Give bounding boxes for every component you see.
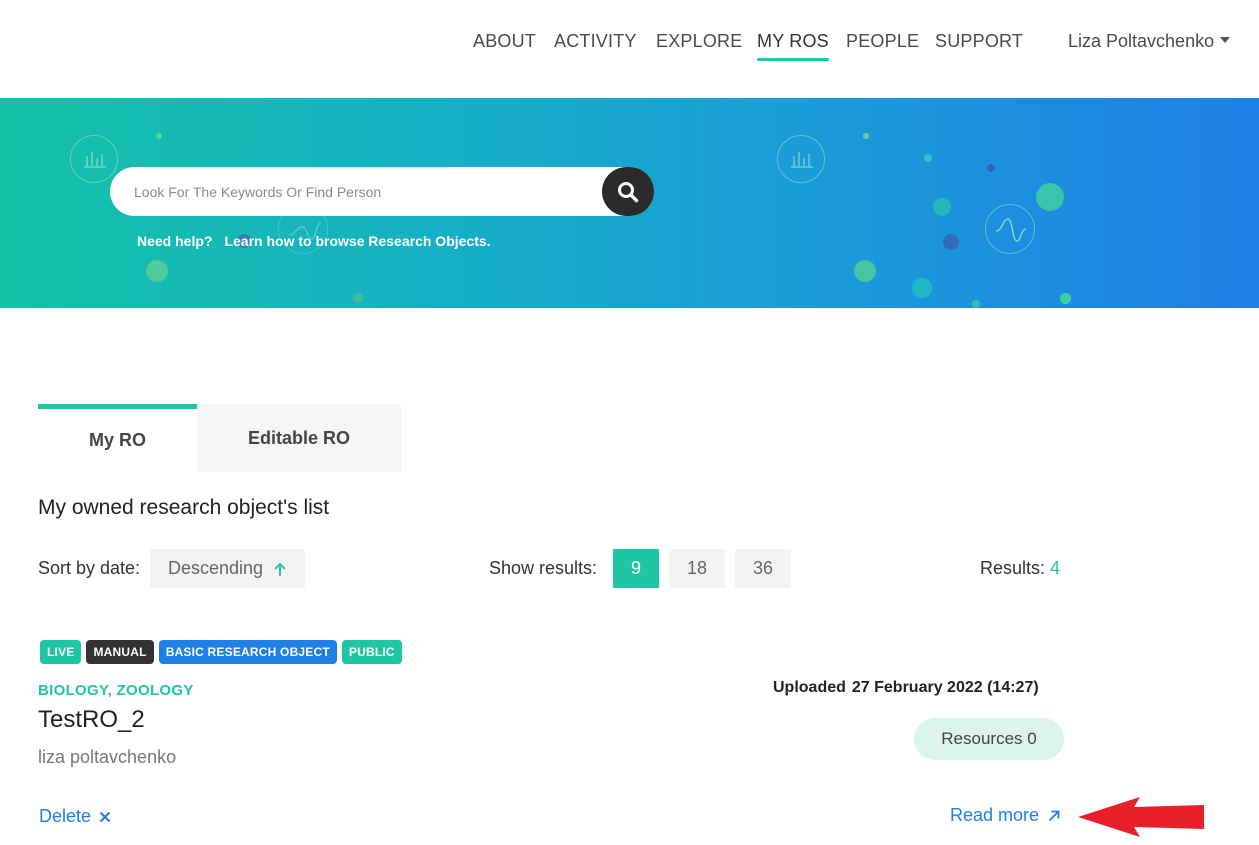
bar-chart-icon <box>70 135 118 183</box>
badge-manual: MANUAL <box>86 640 154 664</box>
search-icon <box>618 181 639 202</box>
decorative-bubble <box>912 278 932 298</box>
nav-my-ros[interactable]: MY ROS <box>757 31 829 61</box>
arrow-up-icon <box>273 561 287 577</box>
badge-live: LIVE <box>40 640 82 664</box>
page-size-18[interactable]: 18 <box>669 549 725 588</box>
decorative-bubble <box>933 198 951 216</box>
help-line: Need help? Learn how to browse Research O… <box>137 233 491 249</box>
decorative-bubble <box>943 234 959 250</box>
badge-basic-research-object: BASIC RESEARCH OBJECT <box>158 640 337 664</box>
bar-chart-icon <box>777 135 825 183</box>
tab-my-ro[interactable]: My RO <box>38 404 197 472</box>
search-bar <box>110 167 654 216</box>
tab-editable-ro[interactable]: Editable RO <box>197 404 401 472</box>
sort-select[interactable]: Descending <box>150 549 305 588</box>
help-prefix: Need help? <box>137 233 213 249</box>
section-title: My owned research object's list <box>38 496 330 519</box>
decorative-bubble <box>987 164 995 172</box>
search-input[interactable] <box>134 167 584 216</box>
decorative-bubble <box>353 293 363 303</box>
nav-support[interactable]: SUPPORT <box>935 31 1023 52</box>
decorative-bubble <box>156 133 162 139</box>
decorative-bubble <box>146 260 168 282</box>
decorative-bubble <box>972 300 980 308</box>
ro-badges: LIVE MANUAL BASIC RESEARCH OBJECT PUBLIC <box>40 640 402 664</box>
page-size-36[interactable]: 36 <box>735 549 791 588</box>
ro-title[interactable]: TestRO_2 <box>38 706 145 734</box>
decorative-bubble <box>1036 183 1064 211</box>
close-icon <box>99 811 111 823</box>
decorative-bubble <box>1060 293 1071 304</box>
decorative-bubble <box>854 260 876 282</box>
uploaded-date: 27 February 2022 (14:27) <box>851 679 1039 696</box>
user-menu[interactable]: Liza Poltavchenko <box>1068 31 1231 52</box>
caret-down-icon <box>1220 37 1231 43</box>
delete-label: Delete <box>39 806 92 826</box>
ro-uploaded: Uploaded 27 February 2022 (14:27) <box>773 679 1039 697</box>
ro-tabs: My RO Editable RO <box>38 404 401 472</box>
sort-label: Sort by date: <box>38 558 141 578</box>
top-navigation: ABOUT ACTIVITY EXPLORE MY ROS PEOPLE SUP… <box>0 0 1259 98</box>
delete-button[interactable]: Delete <box>39 806 111 827</box>
badge-public: PUBLIC <box>341 640 402 664</box>
sort-value: Descending <box>168 558 264 578</box>
nav-people[interactable]: PEOPLE <box>846 31 919 52</box>
show-results-label: Show results: <box>489 558 598 578</box>
waveform-icon <box>985 204 1035 254</box>
page-size-9[interactable]: 9 <box>613 549 659 588</box>
decorative-bubble <box>924 154 932 162</box>
nav-explore[interactable]: EXPLORE <box>656 31 742 52</box>
ro-disciplines: BIOLOGY, ZOOLOGY <box>38 682 194 699</box>
uploaded-label: Uploaded <box>773 679 846 696</box>
hero-banner: Need help? Learn how to browse Research O… <box>0 98 1259 308</box>
results-summary: Results: 4 <box>980 558 1060 579</box>
user-name: Liza Poltavchenko <box>1068 31 1215 51</box>
arrow-up-right-icon <box>1048 810 1060 822</box>
search-button[interactable] <box>602 167 654 216</box>
decorative-bubble <box>863 133 869 139</box>
read-more-link[interactable]: Read more <box>950 805 1060 826</box>
results-label: Results: <box>980 558 1046 578</box>
resources-button[interactable]: Resources 0 <box>914 718 1064 760</box>
annotation-arrow-icon <box>1078 797 1204 837</box>
ro-author: liza poltavchenko <box>38 747 177 767</box>
help-link[interactable]: Learn how to browse Research Objects. <box>224 233 490 249</box>
nav-activity[interactable]: ACTIVITY <box>554 31 637 52</box>
results-count: 4 <box>1050 558 1061 578</box>
read-more-label: Read more <box>950 805 1040 825</box>
nav-about[interactable]: ABOUT <box>473 31 536 52</box>
